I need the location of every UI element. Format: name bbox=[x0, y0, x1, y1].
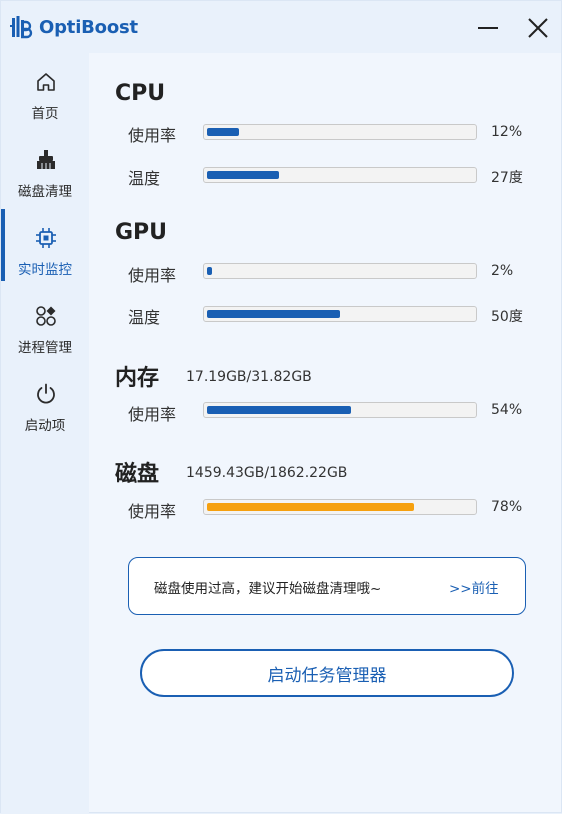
cpu-usage-label: 使用率 bbox=[128, 126, 177, 145]
sidebar-item-startup[interactable]: 启动项 bbox=[1, 373, 89, 443]
cpu-usage-value: 12% bbox=[491, 124, 523, 140]
sidebar-item-label: 磁盘清理 bbox=[18, 184, 72, 200]
app-title: OptiBoost bbox=[39, 16, 138, 38]
memory-usage-label: 使用率 bbox=[128, 405, 177, 424]
alert-message: 磁盘使用过高，建议开始磁盘清理哦~ bbox=[154, 581, 382, 597]
memory-detail: 17.19GB/31.82GB bbox=[186, 369, 312, 385]
gpu-temp-label: 温度 bbox=[128, 308, 161, 327]
sidebar-item-label: 首页 bbox=[31, 106, 59, 122]
memory-usage-value: 54% bbox=[491, 402, 523, 418]
disk-alert-box: 磁盘使用过高，建议开始磁盘清理哦~ >>前往 bbox=[128, 557, 526, 615]
gpu-temp-bar bbox=[203, 306, 477, 322]
disk-usage-bar bbox=[203, 499, 477, 515]
minimize-icon bbox=[478, 27, 498, 29]
cpu-temp-value: 27度 bbox=[491, 170, 523, 186]
sidebar-item-process-manager[interactable]: 进程管理 bbox=[1, 295, 89, 365]
broom-icon bbox=[35, 149, 57, 171]
gpu-temp-value: 50度 bbox=[491, 309, 523, 325]
sidebar-item-label: 实时监控 bbox=[18, 262, 72, 278]
optiboost-logo-icon bbox=[10, 16, 33, 39]
memory-title: 内存 bbox=[115, 366, 160, 391]
sidebar-item-label: 启动项 bbox=[24, 418, 66, 434]
cpu-temp-fill bbox=[207, 171, 279, 179]
disk-usage-label: 使用率 bbox=[128, 502, 177, 521]
memory-usage-fill bbox=[207, 406, 351, 414]
launch-task-manager-button[interactable]: 启动任务管理器 bbox=[140, 649, 514, 697]
gpu-title: GPU bbox=[115, 220, 168, 245]
sidebar: 首页 磁盘清理 实时监控 进程管理 启动项 bbox=[1, 53, 89, 814]
sidebar-item-home[interactable]: 首页 bbox=[1, 61, 89, 131]
gpu-usage-label: 使用率 bbox=[128, 266, 177, 285]
cpu-title: CPU bbox=[115, 81, 166, 106]
disk-usage-value: 78% bbox=[491, 499, 523, 515]
go-to-disk-cleanup-link[interactable]: >>前往 bbox=[449, 577, 499, 597]
memory-usage-bar bbox=[203, 402, 477, 418]
cpu-usage-fill bbox=[207, 128, 239, 136]
disk-usage-fill bbox=[207, 503, 414, 511]
close-button[interactable] bbox=[525, 15, 551, 41]
sidebar-item-disk-cleanup[interactable]: 磁盘清理 bbox=[1, 139, 89, 209]
cpu-temp-bar bbox=[203, 167, 477, 183]
disk-title: 磁盘 bbox=[115, 462, 160, 487]
cpu-temp-label: 温度 bbox=[128, 169, 161, 188]
app-window: OptiBoost 首页 磁盘清理 实时监控 进程管理 启动项 CPU 使用率 … bbox=[0, 0, 562, 814]
close-icon bbox=[528, 18, 548, 38]
cpu-usage-bar bbox=[203, 124, 477, 140]
home-icon bbox=[35, 71, 57, 93]
sidebar-item-realtime-monitor[interactable]: 实时监控 bbox=[1, 217, 89, 287]
sidebar-item-label: 进程管理 bbox=[18, 340, 72, 356]
gpu-temp-fill bbox=[207, 310, 340, 318]
monitor-panel: CPU 使用率 12% 温度 27度 GPU 使用率 2% 温度 50度 内存 … bbox=[89, 53, 561, 812]
gpu-usage-value: 2% bbox=[491, 263, 514, 279]
minimize-button[interactable] bbox=[475, 15, 501, 41]
power-icon bbox=[35, 383, 57, 405]
gpu-usage-fill bbox=[207, 267, 212, 275]
cpu-chip-icon bbox=[35, 227, 57, 249]
gpu-usage-bar bbox=[203, 263, 477, 279]
apps-icon bbox=[35, 305, 57, 327]
app-logo: OptiBoost bbox=[9, 14, 138, 40]
title-bar[interactable]: OptiBoost bbox=[1, 1, 561, 53]
disk-detail: 1459.43GB/1862.22GB bbox=[186, 465, 348, 481]
